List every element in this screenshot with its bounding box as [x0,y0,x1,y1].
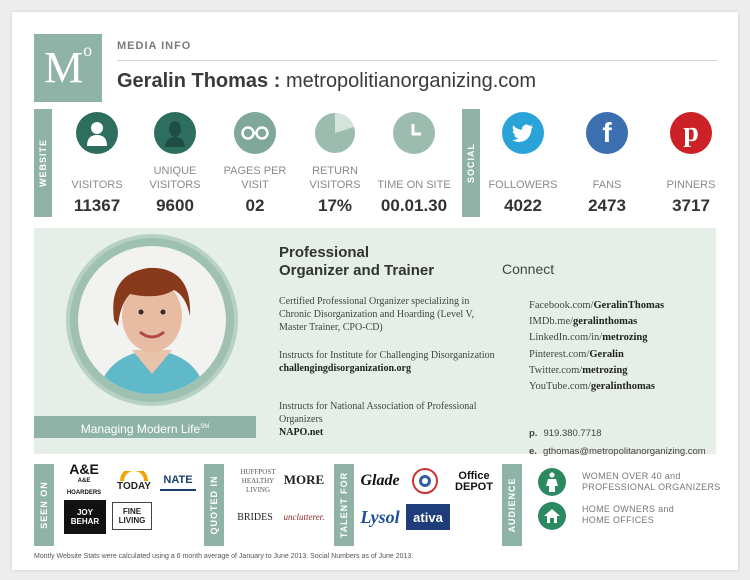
profile-photo [78,246,226,394]
single-person-icon [76,112,118,154]
stat-return-visitors: RETURN VISITORS 17% [295,112,375,216]
email-contact[interactable]: e. gthomas@metropolitanorganizing.com [529,446,706,457]
twitter-bird-icon[interactable] [502,112,544,154]
stat-label: FOLLOWERS [488,179,558,191]
pinterest-icon[interactable]: p [670,112,712,154]
audience-homeowners: HOME OWNERS and HOME OFFICES [582,504,675,525]
footnote: Montly Website Stats were calculated usi… [34,553,414,560]
stat-value: 2473 [588,196,626,215]
profile-title: Professional Organizer and Trainer [279,244,435,279]
brand-logo: Mo [34,34,102,102]
audience-women: WOMEN OVER 40 and PROFESSIONAL ORGANIZERS [582,471,721,492]
nate-show-logo: NATE [160,471,196,491]
bio-napo: Instructs for National Association of Pr… [279,401,477,438]
joy-behar-logo: JOY BEHAR [64,500,106,534]
page-title: Geralin Thomas : metropolitianorganizing… [117,70,536,93]
stat-value: 4022 [504,196,542,215]
social-section-bar: SOCIAL [462,109,480,217]
home-icon [538,502,566,530]
bio-icd: Instructs for Institute for Challenging … [279,350,495,374]
stat-label: FANS [592,179,622,191]
bio-certification: Certified Professional Organizer special… [279,296,474,333]
stat-visitors: VISITORS 11367 [57,112,137,216]
ativa-logo: ativa [406,504,450,530]
stat-label: RETURN VISITORS [309,165,361,191]
person-silhouette-icon [154,112,196,154]
stat-value: 02 [245,196,265,215]
icd-link[interactable]: challengingdisorganization.org [279,363,411,374]
pinterest-link[interactable]: Pinterest.com/Geralin [529,347,664,363]
glasses-icon [234,112,276,154]
stat-label: VISITORS [71,179,123,191]
talent-for-bar: TALENT FOR [334,464,354,546]
twitter-link[interactable]: Twitter.com/metrozing [529,363,664,379]
stat-value: 00.01.30 [380,196,448,215]
stat-time-on-site: TIME ON SITE 00.01.30 [374,112,454,216]
seen-on-bar: SEEN ON [34,464,54,546]
pie-chart-icon [314,112,356,154]
facebook-icon[interactable]: f [586,112,628,154]
facebook-link[interactable]: Facebook.com/GeralinThomas [529,298,664,314]
stat-label: PAGES PER VISIT [223,165,287,191]
website-section-bar: WEBSITE [34,109,52,217]
seal-logo [412,468,438,494]
stat-pinterest-pinners: p PINNERS 3717 [651,112,731,216]
huffpost-logo: HUFFPOST HEALTHY LIVING [240,467,276,494]
connect-links: Facebook.com/GeralinThomas IMDb.me/geral… [529,298,664,395]
napo-link[interactable]: NAPO.net [279,427,323,438]
glade-logo: Glade [360,472,400,489]
stat-value: 11367 [73,196,121,215]
clock-icon [393,112,435,154]
section-label: MEDIA INFO [117,40,192,52]
media-kit-page: Mo MEDIA INFO Geralin Thomas : metropoli… [12,12,738,570]
stat-twitter-followers: FOLLOWERS 4022 [483,112,563,216]
tagline-banner: Managing Modern LifeSM [34,416,256,438]
phone-contact: p. 919.380.7718 [529,428,602,439]
stat-unique-visitors: UNIQUE VISITORS 9600 [135,112,215,216]
fine-living-logo: FINE LIVING [112,502,152,530]
header-divider [117,60,717,61]
website-link[interactable]: metropolitianorganizing.com [286,70,536,92]
stat-value: 3717 [672,196,710,215]
quoted-in-bar: QUOTED IN [204,464,224,546]
stat-value: 9600 [156,196,194,215]
stat-value: 17% [317,196,353,215]
lysol-logo: Lysol [360,506,400,527]
person-name: Geralin Thomas : [117,70,281,92]
brides-logo: BRIDES [237,511,273,523]
office-depot-logo: Office DEPOT [455,470,493,493]
stat-label: PINNERS [666,179,716,191]
stat-label: TIME ON SITE [377,179,451,191]
ae-hoarders-logo: A&E A&E HOARDERS [66,461,102,496]
connect-heading: Connect [502,261,555,277]
profile-panel: Managing Modern LifeSM Professional Orga… [34,228,716,457]
unclutterer-logo: unclutterer. [283,512,325,522]
stat-pages-per-visit: PAGES PER VISIT 02 [215,112,295,216]
profile-photo-frame [66,234,238,406]
linkedin-link[interactable]: LinkedIn.com/in/metrozing [529,330,664,346]
youtube-link[interactable]: YouTube.com/geralinthomas [529,379,664,395]
woman-icon [538,468,566,496]
audience-bar: AUDIENCE [502,464,522,546]
today-show-logo: TODAY [114,468,154,494]
more-magazine-logo: MORE [283,472,325,487]
imdb-link[interactable]: IMDb.me/geralinthomas [529,314,664,330]
stat-label: UNIQUE VISITORS [149,165,201,191]
stat-facebook-fans: f FANS 2473 [567,112,647,216]
